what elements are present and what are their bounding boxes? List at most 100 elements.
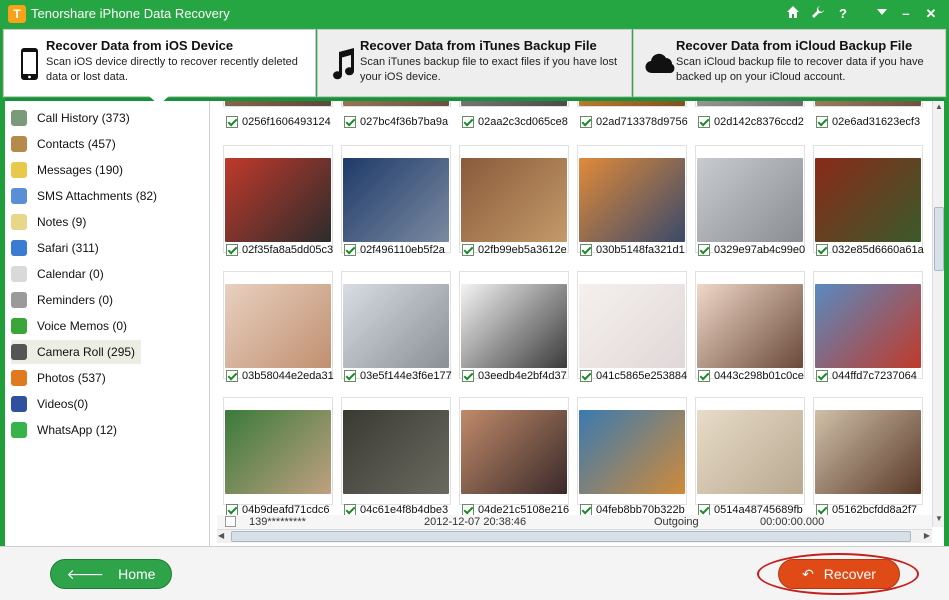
photo-filename: 02fb99eb5a3612e <box>478 244 567 256</box>
sidebar-item-sms-attachments[interactable]: SMS Attachments (82) <box>11 184 163 208</box>
photo-checkbox[interactable] <box>580 370 592 382</box>
sidebar-item-contacts[interactable]: Contacts (457) <box>11 132 122 156</box>
photo-filename: 03b58044e2eda31 <box>242 370 334 382</box>
sidebar-item-notes[interactable]: Notes (9) <box>11 210 92 234</box>
photo-thumbnail[interactable] <box>577 101 687 107</box>
sidebar-item-camera-roll[interactable]: Camera Roll (295) <box>11 340 142 364</box>
mode-title: Recover Data from iTunes Backup File <box>360 38 597 53</box>
photo-thumbnail[interactable] <box>459 397 569 505</box>
photo-checkbox[interactable] <box>462 244 474 256</box>
sidebar-item-label: Contacts (457) <box>37 137 116 151</box>
photo-thumbnail[interactable] <box>341 397 451 505</box>
photo-checkbox[interactable] <box>344 116 356 128</box>
photo-caption: 03e5f144e3f6e177 <box>344 369 456 383</box>
photo-caption: 0256f1606493124 <box>226 115 338 129</box>
photo-thumbnail[interactable] <box>577 145 687 253</box>
camera-roll-icon <box>11 344 27 360</box>
photo-thumbnail[interactable] <box>341 145 451 253</box>
recover-button[interactable]: ↶ Recover <box>778 559 900 589</box>
sidebar-item-calendar[interactable]: Calendar (0) <box>11 262 110 286</box>
photo-checkbox[interactable] <box>226 244 238 256</box>
photo-thumbnail[interactable] <box>577 397 687 505</box>
photo-image <box>225 101 331 106</box>
home-icon[interactable] <box>784 5 802 23</box>
photo-checkbox[interactable] <box>580 244 592 256</box>
photo-thumbnail[interactable] <box>695 101 805 107</box>
app-logo-icon: T <box>8 5 26 23</box>
vertical-scroll-thumb[interactable] <box>934 207 944 271</box>
sidebar-item-label: SMS Attachments (82) <box>37 189 158 203</box>
recover-button-label: Recover <box>823 566 876 582</box>
dropdown-icon[interactable] <box>873 5 891 23</box>
notes-icon <box>11 214 27 230</box>
photo-thumbnail[interactable] <box>459 145 569 253</box>
photo-checkbox[interactable] <box>816 116 828 128</box>
sidebar-item-label: Voice Memos (0) <box>37 319 128 333</box>
photo-thumbnail[interactable] <box>577 271 687 379</box>
scroll-left-icon[interactable]: ◀ <box>218 531 224 540</box>
photo-checkbox[interactable] <box>816 244 828 256</box>
photo-thumbnail[interactable] <box>341 101 451 107</box>
sidebar-item-whatsapp[interactable]: WhatsApp (12) <box>11 418 123 442</box>
photo-checkbox[interactable] <box>698 244 710 256</box>
close-icon[interactable]: ✕ <box>922 5 940 23</box>
sidebar-item-safari[interactable]: Safari (311) <box>11 236 105 260</box>
photo-checkbox[interactable] <box>698 116 710 128</box>
photo-checkbox[interactable] <box>226 116 238 128</box>
photo-image <box>815 101 921 106</box>
photo-checkbox[interactable] <box>344 244 356 256</box>
photo-checkbox[interactable] <box>462 370 474 382</box>
photo-checkbox[interactable] <box>344 370 356 382</box>
photo-thumbnail[interactable] <box>341 271 451 379</box>
messages-icon <box>11 162 27 178</box>
photo-thumbnail[interactable] <box>813 101 923 107</box>
photo-checkbox[interactable] <box>462 116 474 128</box>
photo-checkbox[interactable] <box>816 370 828 382</box>
tab-ios-device[interactable]: Recover Data from iOS Device Scan iOS de… <box>3 29 316 97</box>
mode-tabs: Recover Data from iOS Device Scan iOS de… <box>2 28 947 98</box>
photo-image <box>697 101 803 106</box>
photo-thumbnail[interactable] <box>695 271 805 379</box>
photo-image <box>579 101 685 106</box>
photo-caption: 032e85d6660a61a <box>816 243 928 257</box>
photo-thumbnail[interactable] <box>813 397 923 505</box>
photo-thumbnail[interactable] <box>695 397 805 505</box>
minimize-icon[interactable]: – <box>897 5 915 23</box>
sidebar-item-videos[interactable]: Videos(0) <box>11 392 94 416</box>
sidebar-item-messages[interactable]: Messages (190) <box>11 158 129 182</box>
wrench-icon[interactable] <box>809 5 827 23</box>
safari-icon <box>11 240 27 256</box>
vertical-scrollbar[interactable]: ▲ ▼ <box>932 101 944 527</box>
photo-thumbnail[interactable] <box>813 145 923 253</box>
sidebar-item-photos[interactable]: Photos (537) <box>11 366 112 390</box>
horizontal-scrollbar[interactable]: ◀ ▶ <box>217 529 932 543</box>
call-history-row[interactable]: 139********* 2012-12-07 20:38:46 Outgoin… <box>217 515 932 529</box>
undo-arrow-icon: ↶ <box>802 565 814 582</box>
photo-thumbnail[interactable] <box>223 271 333 379</box>
photo-checkbox[interactable] <box>226 370 238 382</box>
home-button[interactable]: 🡐 Home <box>50 559 172 589</box>
horizontal-scroll-thumb[interactable] <box>231 531 911 542</box>
photo-thumbnail[interactable] <box>459 271 569 379</box>
photo-thumbnail[interactable] <box>223 397 333 505</box>
help-icon[interactable]: ? <box>834 5 852 23</box>
tab-icloud-backup[interactable]: Recover Data from iCloud Backup File Sca… <box>633 29 946 97</box>
scroll-up-icon[interactable]: ▲ <box>933 101 945 113</box>
tab-itunes-backup[interactable]: Recover Data from iTunes Backup File Sca… <box>317 29 632 97</box>
photo-thumbnail[interactable] <box>459 101 569 107</box>
photo-thumbnail[interactable] <box>223 145 333 253</box>
photo-checkbox[interactable] <box>698 370 710 382</box>
photo-thumbnail[interactable] <box>223 101 333 107</box>
sidebar-item-reminders[interactable]: Reminders (0) <box>11 288 119 312</box>
photo-caption: 041c5865e253884 <box>580 369 692 383</box>
photo-checkbox[interactable] <box>580 116 592 128</box>
photo-thumbnail[interactable] <box>813 271 923 379</box>
sidebar-item-voice-memos[interactable]: Voice Memos (0) <box>11 314 133 338</box>
sidebar-item-call-history[interactable]: Call History (373) <box>11 106 136 130</box>
scroll-down-icon[interactable]: ▼ <box>933 513 945 525</box>
photo-thumbnail[interactable] <box>695 145 805 253</box>
photo-image <box>461 410 567 494</box>
scroll-right-icon[interactable]: ▶ <box>924 531 930 540</box>
reminders-icon <box>11 292 27 308</box>
photo-image <box>343 158 449 242</box>
